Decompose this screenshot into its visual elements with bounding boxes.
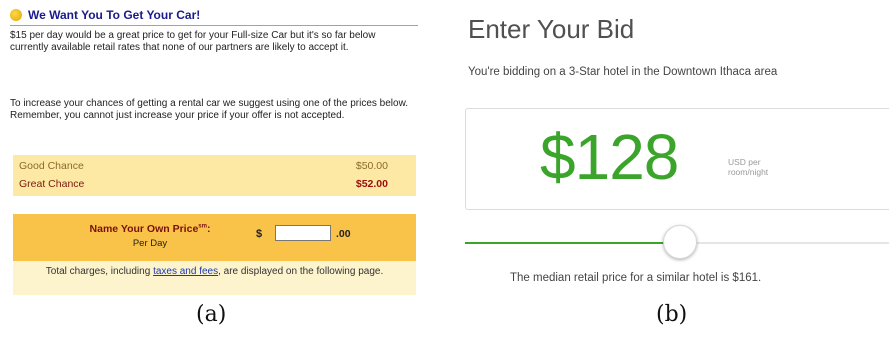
great-chance-option[interactable]: Great Chance $52.00 <box>19 176 388 192</box>
good-chance-option[interactable]: Good Chance $50.00 <box>19 158 388 174</box>
unit-line-2: room/night <box>728 167 769 177</box>
bid-unit: USD per room/night <box>728 157 798 177</box>
total-text-after: , are displayed on the following page. <box>218 266 384 277</box>
option-price: $50.00 <box>355 160 388 172</box>
name-your-price-label: Name Your Own Pricesm: <box>75 223 225 235</box>
caption-a: (a) <box>196 302 227 327</box>
unit-line-1: USD per <box>728 157 761 167</box>
name-price-text: Name Your Own Price <box>89 223 199 235</box>
label-colon: : <box>206 223 211 235</box>
hotel-bid-panel: Enter Your Bid You're bidding on a 3-Sta… <box>450 0 889 300</box>
total-charges-text: Total charges, including taxes and fees,… <box>23 266 406 278</box>
currency-symbol: $ <box>256 228 263 240</box>
option-label: Great Chance <box>19 178 85 190</box>
taxes-and-fees-link[interactable]: taxes and fees <box>153 266 218 277</box>
cents-label: .00 <box>336 228 351 240</box>
name-your-price-box: Name Your Own Pricesm: Per Day $ .00 <box>13 214 416 261</box>
title-divider <box>10 25 418 26</box>
per-day-label: Per Day <box>132 238 168 249</box>
total-text-before: Total charges, including <box>45 266 154 277</box>
bullet-icon <box>10 9 22 21</box>
option-price: $52.00 <box>355 178 388 190</box>
suggested-prices: Good Chance $50.00 Great Chance $52.00 <box>13 155 416 196</box>
price-input[interactable] <box>275 225 331 241</box>
service-mark: sm <box>198 223 207 230</box>
bidding-description: You're bidding on a 3-Star hotel in the … <box>468 66 778 78</box>
title-row: We Want You To Get Your Car! <box>10 6 200 24</box>
suggestion-message: To increase your chances of getting a re… <box>10 98 409 121</box>
bid-slider-fill <box>465 242 680 244</box>
low-price-message: $15 per day would be a great price to ge… <box>10 30 376 53</box>
option-label: Good Chance <box>19 160 84 172</box>
page-title: Enter Your Bid <box>468 14 635 44</box>
total-charges-note: Total charges, including taxes and fees,… <box>13 261 416 295</box>
caption-b: (b) <box>656 302 688 327</box>
bid-amount: $128 <box>540 121 679 193</box>
median-price-note: The median retail price for a similar ho… <box>510 272 762 284</box>
bid-slider-handle[interactable] <box>663 225 697 259</box>
panel-a-title: We Want You To Get Your Car! <box>28 8 201 22</box>
rental-car-panel: We Want You To Get Your Car! $15 per day… <box>8 4 428 295</box>
bid-card: $128 USD per room/night <box>465 108 889 210</box>
